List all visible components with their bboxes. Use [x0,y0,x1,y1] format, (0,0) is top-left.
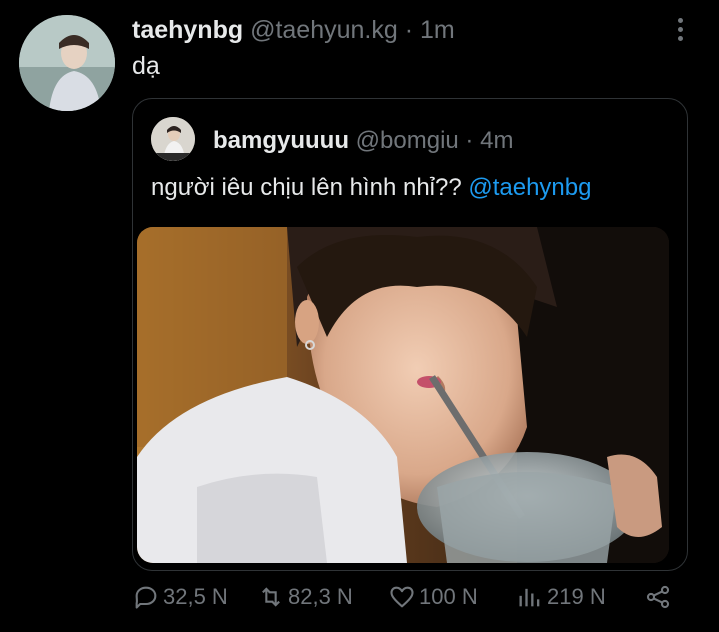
tweet-header: taehynbg @taehyun.kg · 1m [132,16,455,45]
quoted-author-avatar[interactable] [151,117,195,161]
reply-count: 32,5 N [163,584,228,609]
author-display-name[interactable]: taehynbg [132,16,243,44]
quoted-tweet-timestamp[interactable]: 4m [480,127,513,154]
mention-link[interactable]: @taehynbg [468,174,591,201]
reply-icon [135,586,157,609]
reply-button[interactable]: 32,5 N [132,580,228,614]
quoted-author-display-name[interactable]: bamgyuuuu [213,127,349,154]
tweet[interactable]: taehynbg @taehyun.kg · 1m dạ bamgyuuuu @… [0,0,719,632]
views-button[interactable]: 219 N [516,580,606,614]
quoted-tweet-header: bamgyuuuu @bomgiu · 4m [213,127,513,155]
quoted-tweet-body: người iêu chịu lên hình nhỉ?? [151,174,469,201]
separator-dot: · [404,16,414,44]
share-icon [646,585,670,609]
share-button[interactable] [644,580,675,614]
separator-dot: · [465,127,474,154]
retweet-button[interactable]: 82,3 N [257,580,353,614]
more-icon[interactable] [672,18,688,48]
heart-icon [390,586,414,608]
author-handle[interactable]: @taehyun.kg [250,16,398,44]
author-avatar[interactable] [19,15,115,111]
quoted-tweet-photo[interactable] [137,227,669,563]
quoted-tweet[interactable]: bamgyuuuu @bomgiu · 4m người iêu chịu lê… [132,98,688,571]
retweet-icon [262,587,280,607]
quoted-tweet-text: người iêu chịu lên hình nhỉ?? @taehynbg [151,174,591,202]
quoted-author-handle[interactable]: @bomgiu [356,127,459,154]
tweet-actions: 32,5 N 82,3 N 100 N 219 N [132,580,692,614]
tweet-text: dạ [132,52,160,80]
retweet-count: 82,3 N [288,584,353,609]
like-count: 100 N [419,584,478,609]
like-button[interactable]: 100 N [388,580,478,614]
views-count: 219 N [547,584,606,609]
tweet-timestamp[interactable]: 1m [420,16,455,44]
views-icon [519,588,540,607]
